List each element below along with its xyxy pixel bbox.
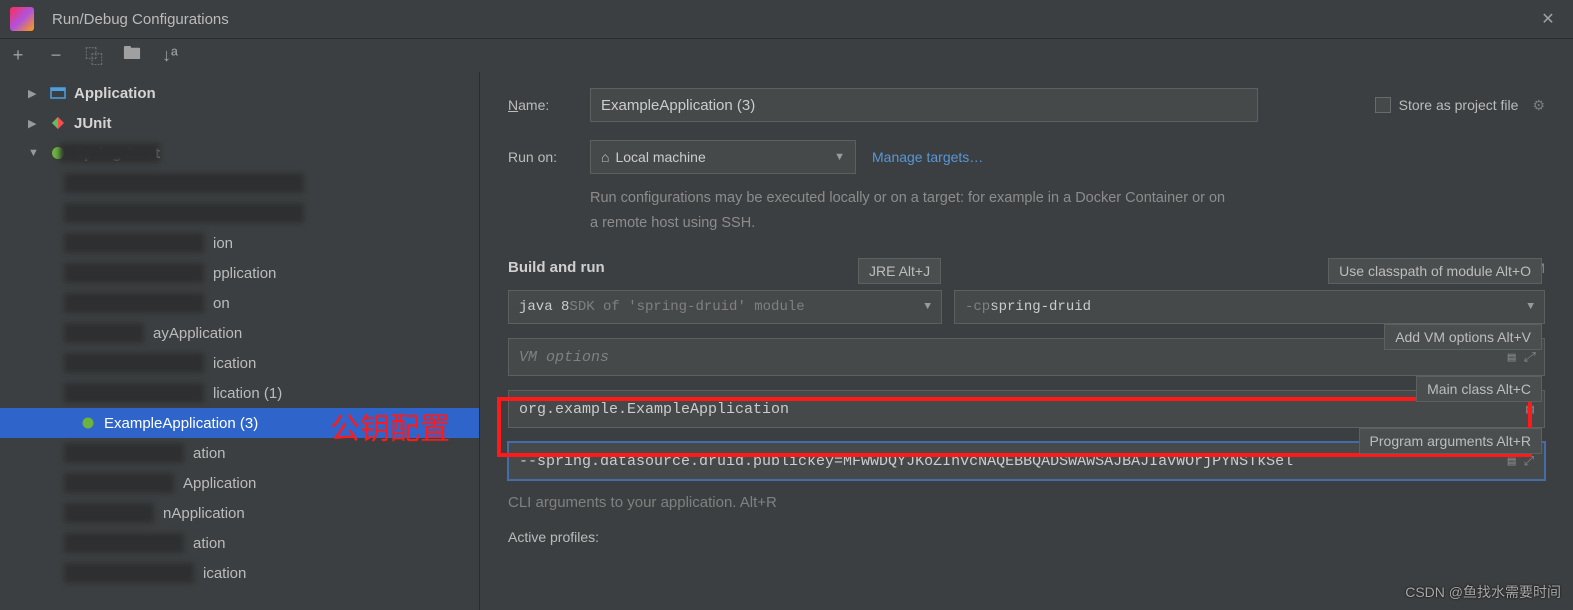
main-class-input[interactable]: org.example.ExampleApplication ▤: [508, 390, 1545, 428]
expand-icon[interactable]: ⤢: [1524, 350, 1534, 365]
spring-boot-icon: [78, 415, 98, 431]
tree-label: JUnit: [74, 115, 112, 132]
configurations-tree[interactable]: ▶ Application ▶ JUnit ▼ Spring Boot: [0, 72, 480, 610]
chevron-down-icon: ▼: [834, 151, 845, 163]
save-folder-button[interactable]: 🖿: [122, 41, 142, 71]
jre-tooltip: JRE Alt+J: [858, 258, 941, 284]
run-on-hint: Run configurations may be executed local…: [590, 186, 1230, 235]
tree-label: Application: [74, 85, 156, 102]
history-icon[interactable]: ▤: [1526, 402, 1534, 417]
main-class-tooltip: Main class Alt+C: [1416, 376, 1542, 402]
tree-leaf[interactable]: nApplication: [0, 498, 479, 528]
history-icon[interactable]: ▤: [1508, 454, 1516, 469]
tree-leaf[interactable]: ation: [0, 528, 479, 558]
close-icon[interactable]: ✕: [1533, 9, 1563, 29]
tree-node-junit[interactable]: ▶ JUnit: [0, 108, 479, 138]
name-label: Name:: [508, 97, 590, 113]
chevron-down-icon: ▼: [924, 301, 931, 313]
title-bar: Run/Debug Configurations ✕: [0, 0, 1573, 38]
watermark: CSDN @鱼找水需要时间: [1405, 582, 1561, 602]
junit-icon: [48, 115, 68, 131]
tree-leaf[interactable]: on: [0, 288, 479, 318]
tree-node-spring-boot[interactable]: ▼ Spring Boot: [0, 138, 479, 168]
add-config-button[interactable]: +: [8, 45, 28, 66]
chevron-down-icon: ▼: [1527, 301, 1534, 313]
tree-leaf[interactable]: ication: [0, 348, 479, 378]
store-label: Store as project file: [1399, 97, 1519, 113]
active-profiles-label: Active profiles:: [508, 529, 708, 545]
remove-config-button[interactable]: −: [46, 45, 66, 66]
cli-hint: CLI arguments to your application. Alt+R: [508, 494, 1545, 511]
jre-dropdown[interactable]: java 8 SDK of 'spring-druid' module ▼: [508, 290, 942, 324]
home-icon: ⌂: [601, 149, 609, 165]
application-icon: [48, 85, 68, 101]
args-tooltip: Program arguments Alt+R: [1359, 428, 1542, 454]
tree-node-application[interactable]: ▶ Application: [0, 78, 479, 108]
intellij-logo-icon: [10, 7, 34, 31]
sort-button[interactable]: ↓ª: [160, 45, 180, 66]
run-on-dropdown[interactable]: ⌂ Local machine ▼: [590, 140, 856, 174]
run-on-label: Run on:: [508, 149, 590, 165]
tree-leaf[interactable]: pplication: [0, 258, 479, 288]
chevron-right-icon: ▶: [28, 87, 42, 100]
vm-tooltip: Add VM options Alt+V: [1384, 324, 1542, 350]
configuration-editor: Name: Store as project file ⚙ Run on: ⌂ …: [480, 72, 1573, 610]
tree-leaf[interactable]: [0, 198, 479, 228]
name-input[interactable]: [590, 88, 1258, 122]
classpath-dropdown[interactable]: -cp spring-druid ▼: [954, 290, 1545, 324]
chevron-down-icon: ▼: [28, 147, 42, 159]
classpath-tooltip: Use classpath of module Alt+O: [1328, 258, 1542, 284]
tree-leaf[interactable]: [0, 168, 479, 198]
store-as-project-file-checkbox[interactable]: [1375, 97, 1391, 113]
chevron-right-icon: ▶: [28, 117, 42, 130]
copy-config-button[interactable]: ⿻: [84, 43, 104, 69]
window-title: Run/Debug Configurations: [52, 11, 229, 28]
gear-icon[interactable]: ⚙: [1532, 97, 1545, 114]
tree-leaf[interactable]: ion: [0, 228, 479, 258]
annotation-label: 公钥配置: [330, 404, 450, 448]
configurations-toolbar: + − ⿻ 🖿 ↓ª: [0, 38, 1573, 72]
manage-targets-link[interactable]: Manage targets…: [872, 149, 983, 165]
tree-leaf[interactable]: ayApplication: [0, 318, 479, 348]
expand-icon[interactable]: ⤢: [1524, 454, 1534, 469]
tree-leaf[interactable]: Application: [0, 468, 479, 498]
history-icon[interactable]: ▤: [1508, 350, 1516, 365]
tree-leaf[interactable]: ication: [0, 558, 479, 588]
